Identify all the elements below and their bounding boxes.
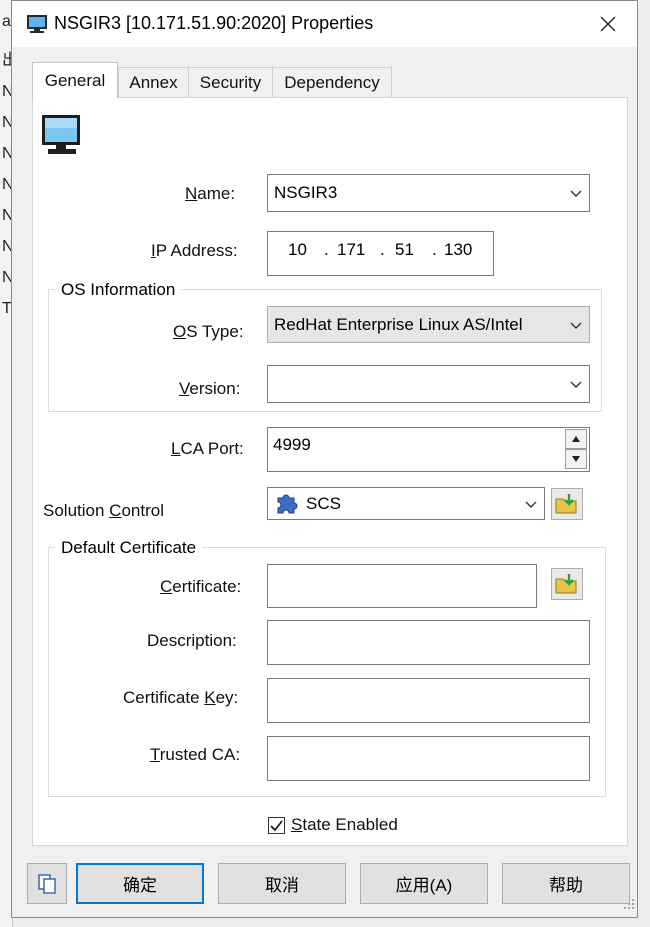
version-combo[interactable] <box>267 365 590 403</box>
checkmark-icon <box>270 820 283 832</box>
tab-general[interactable]: General <box>32 62 118 98</box>
tab-label: General <box>44 70 106 90</box>
tab-dependency[interactable]: Dependency <box>272 67 392 97</box>
trusted-ca-input[interactable] <box>267 736 590 781</box>
ip-octet-3: 51 <box>395 240 414 259</box>
cancel-button[interactable]: 取消 <box>218 863 346 904</box>
tab-label: Dependency <box>284 72 380 92</box>
os-type-label: OS Type: <box>173 322 244 341</box>
copy-icon <box>38 873 56 894</box>
description-input[interactable] <box>267 620 590 665</box>
chevron-down-icon <box>524 496 538 516</box>
arrow-up-icon <box>572 436 580 442</box>
close-icon <box>600 16 616 32</box>
title-bar[interactable]: NSGIR3 [10.171.51.90:2020] Properties <box>12 1 637 47</box>
certificate-input[interactable] <box>267 564 537 608</box>
description-label: Description: <box>147 631 237 650</box>
copy-button[interactable] <box>27 863 67 904</box>
certificate-key-input[interactable] <box>267 678 590 723</box>
version-label: Version: <box>179 379 241 398</box>
chevron-down-icon <box>569 317 583 337</box>
ip-octet-1: 10 <box>288 240 307 259</box>
folder-add-icon <box>555 574 577 594</box>
chevron-down-icon <box>569 185 583 205</box>
tab-label: Annex <box>129 72 178 92</box>
properties-dialog: NSGIR3 [10.171.51.90:2020] Properties Ge… <box>11 0 638 918</box>
os-information-title: OS Information <box>55 280 182 300</box>
browse-certificate-button[interactable] <box>551 568 583 600</box>
computer-icon <box>26 13 48 40</box>
name-label: Name: <box>185 184 236 203</box>
ok-button[interactable]: 确定 <box>76 863 204 904</box>
solution-control-combo[interactable]: SCS <box>267 487 545 520</box>
trusted-ca-label: Trusted CA: <box>150 745 241 764</box>
ip-dot: . <box>380 240 385 259</box>
state-enabled-label: State Enabled <box>291 815 398 834</box>
certificate-label: Certificate: <box>160 577 242 596</box>
ip-dot: . <box>324 240 329 259</box>
close-button[interactable] <box>587 7 629 41</box>
os-type-select[interactable]: RedHat Enterprise Linux AS/Intel <box>267 306 590 343</box>
resize-grip-icon[interactable] <box>623 895 635 915</box>
certificate-key-label: Certificate Key: <box>123 688 239 707</box>
tab-label: Security <box>199 72 262 92</box>
help-button[interactable]: 帮助 <box>502 863 630 904</box>
spin-down-button[interactable] <box>565 449 587 469</box>
ip-octet-2: 171 <box>337 240 366 259</box>
arrow-down-icon <box>572 456 580 462</box>
puzzle-icon <box>274 492 298 521</box>
general-panel: Name: NSGIR3 IP Address: 10 . 171 . 51 .… <box>32 97 628 846</box>
solution-control-value: SCS <box>306 494 341 513</box>
ip-address-input[interactable]: 10 . 171 . 51 . 130 <box>267 231 494 276</box>
lca-port-label: LCA Port: <box>171 439 244 458</box>
chevron-down-icon <box>569 376 583 396</box>
solution-control-label: Solution Control <box>43 501 164 520</box>
os-type-value: RedHat Enterprise Linux AS/Intel <box>274 315 523 334</box>
name-value: NSGIR3 <box>274 183 338 202</box>
ip-octet-4: 130 <box>444 240 473 259</box>
folder-add-icon <box>555 494 577 514</box>
window-title: NSGIR3 [10.171.51.90:2020] Properties <box>54 13 374 33</box>
tab-annex[interactable]: Annex <box>118 67 189 97</box>
ip-dot: . <box>432 240 437 259</box>
state-enabled-checkbox[interactable] <box>268 817 285 834</box>
browse-solution-button[interactable] <box>551 488 583 520</box>
name-combo[interactable]: NSGIR3 <box>267 174 590 212</box>
monitor-icon <box>40 114 84 163</box>
spin-up-button[interactable] <box>565 429 587 449</box>
lca-port-value: 4999 <box>273 435 311 454</box>
default-certificate-title: Default Certificate <box>55 538 203 558</box>
lca-port-input[interactable]: 4999 <box>267 427 590 472</box>
apply-button[interactable]: 应用(A) <box>360 863 488 904</box>
tab-security[interactable]: Security <box>188 67 273 97</box>
ip-address-label: IP Address: <box>151 241 238 260</box>
